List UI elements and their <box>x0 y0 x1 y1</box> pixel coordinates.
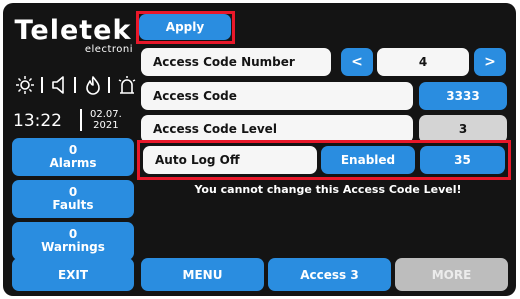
sun-icon <box>15 75 35 95</box>
exit-button[interactable]: EXIT <box>12 258 134 291</box>
access-code-field[interactable]: 3333 <box>419 82 507 110</box>
date-day-month: 02.07. <box>90 109 122 120</box>
flame-icon <box>84 75 102 95</box>
separator <box>74 75 77 95</box>
separator <box>107 75 111 95</box>
alarms-label: Alarms <box>49 156 97 170</box>
clock-date: 02.07. 2021 <box>90 109 122 131</box>
warning-message: You cannot change this Access Code Level… <box>194 183 462 196</box>
access-level-button[interactable]: Access 3 <box>268 258 391 291</box>
more-button: MORE <box>395 258 508 291</box>
access-code-level-label: Access Code Level <box>141 115 413 143</box>
auto-log-off-toggle[interactable]: Enabled <box>321 146 415 174</box>
apply-button[interactable]: Apply <box>139 14 231 40</box>
access-code-number-label: Access Code Number <box>141 48 331 76</box>
speaker-icon <box>50 75 68 95</box>
auto-log-off-minutes-field[interactable]: 35 <box>420 146 505 174</box>
date-year: 2021 <box>93 120 119 131</box>
panel-screen: Teletek electroni 13:22 02.07. 2021 0 Al… <box>3 3 516 296</box>
separator <box>41 75 44 95</box>
access-code-number-value: 4 <box>377 48 469 76</box>
logo-subtitle: electroni <box>84 44 133 55</box>
status-icons-row <box>15 74 137 96</box>
clock-time: 13:22 <box>13 111 62 131</box>
access-code-level-field: 3 <box>419 115 507 143</box>
alarms-button[interactable]: 0 Alarms <box>12 138 134 176</box>
siren-icon <box>117 75 137 95</box>
next-code-button[interactable]: > <box>474 48 506 76</box>
clock-separator <box>80 109 82 131</box>
faults-button[interactable]: 0 Faults <box>12 180 134 218</box>
warnings-label: Warnings <box>41 240 105 254</box>
menu-button[interactable]: MENU <box>141 258 264 291</box>
warnings-button[interactable]: 0 Warnings <box>12 222 134 260</box>
auto-log-off-label: Auto Log Off <box>143 146 317 174</box>
faults-label: Faults <box>52 198 94 212</box>
prev-code-button[interactable]: < <box>341 48 373 76</box>
access-code-label: Access Code <box>141 82 413 110</box>
teletek-logo: Teletek <box>14 15 132 46</box>
